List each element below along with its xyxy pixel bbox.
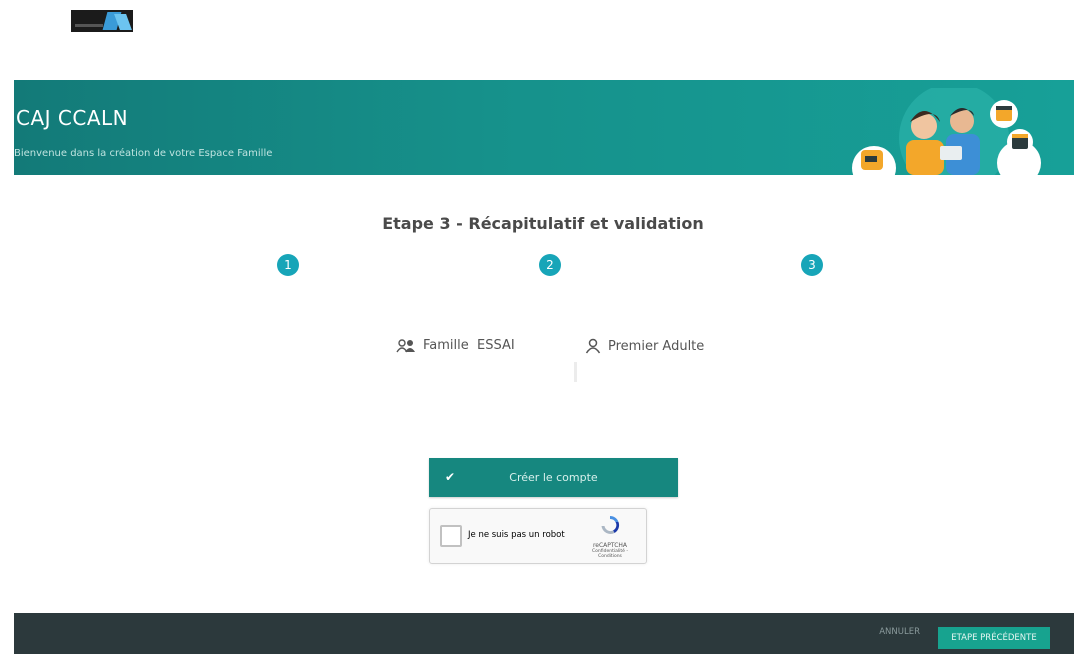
family-name: Famille ESSAI <box>423 338 515 353</box>
header-banner: CAJ CCALN Bienvenue dans la création de … <box>14 80 1074 175</box>
check-icon: ✔ <box>445 470 456 484</box>
step-indicator-3: 3 <box>801 254 823 276</box>
recaptcha-brand: reCAPTCHA <box>592 542 628 549</box>
step-title: Etape 3 - Récapitulatif et validation <box>382 214 704 233</box>
previous-step-button[interactable]: ETAPE PRÉCÉDENTE <box>938 627 1050 649</box>
step-indicator-1: 1 <box>277 254 299 276</box>
footer-bar: ANNULER ETAPE PRÉCÉDENTE <box>14 613 1074 654</box>
recaptcha-label: Je ne suis pas un robot <box>468 530 565 540</box>
summary-adult: Premier Adulte <box>585 338 704 354</box>
create-account-button[interactable]: ✔ Créer le compte <box>429 458 678 497</box>
family-illustration <box>852 88 1041 175</box>
recaptcha-checkbox[interactable] <box>440 525 462 547</box>
step-indicator-2: 2 <box>539 254 561 276</box>
app-title: CAJ CCALN <box>16 106 129 130</box>
cancel-button[interactable]: ANNULER <box>879 627 920 637</box>
summary-family: Famille ESSAI <box>396 338 515 353</box>
adult-label: Premier Adulte <box>608 338 705 354</box>
recaptcha-icon <box>601 516 620 534</box>
site-logo <box>71 10 133 32</box>
app-subtitle: Bienvenue dans la création de votre Espa… <box>14 148 273 159</box>
recaptcha-logo: reCAPTCHA Confidentialité - Conditions <box>580 514 640 559</box>
person-icon <box>585 338 601 354</box>
recaptcha-terms[interactable]: Confidentialité - Conditions <box>580 549 640 559</box>
divider <box>574 362 577 382</box>
create-account-label: Créer le compte <box>509 471 598 484</box>
recaptcha-widget: Je ne suis pas un robot reCAPTCHA Confid… <box>429 508 647 564</box>
family-icon <box>396 338 415 352</box>
